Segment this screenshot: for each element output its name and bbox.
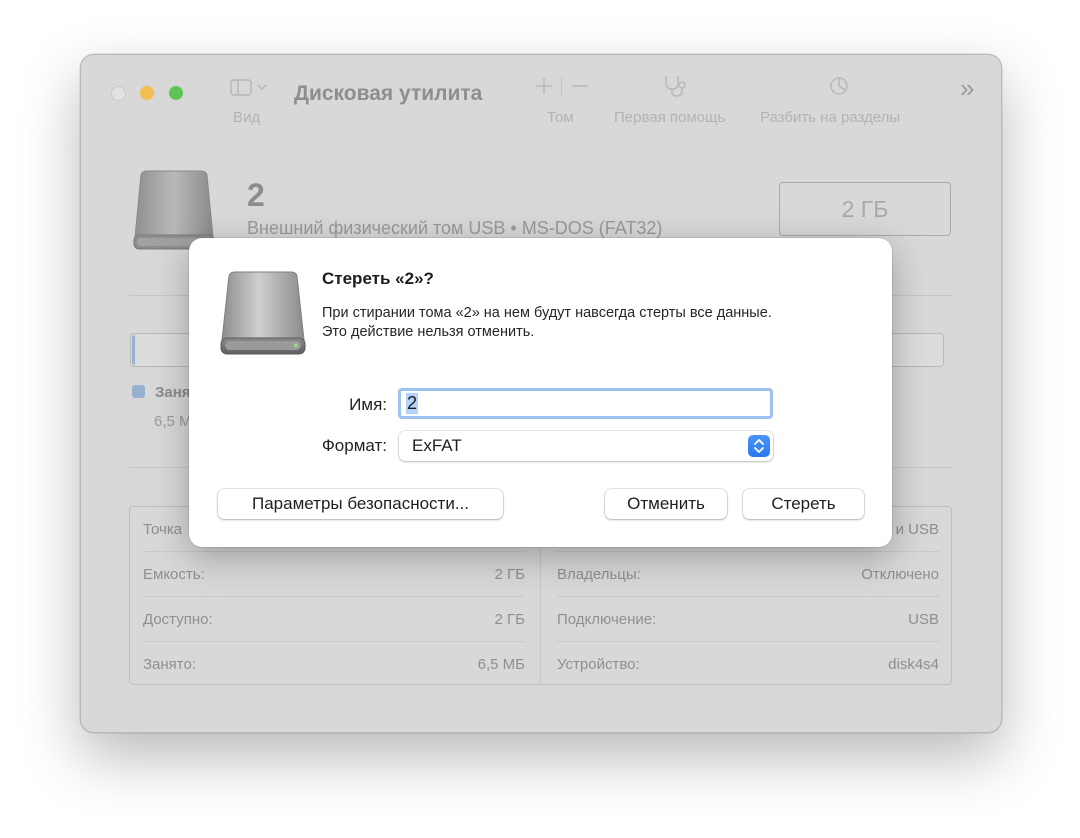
info-value: и USB (895, 521, 939, 538)
sidebar-icon (230, 79, 267, 96)
info-row: Емкость: 2 ГБ (130, 552, 538, 597)
format-select-value: ExFAT (412, 436, 462, 455)
chevron-double-right-icon[interactable]: » (960, 73, 974, 104)
info-row: Устройство: disk4s4 (544, 642, 952, 687)
info-value: 2 ГБ (494, 566, 525, 583)
disk-subtitle: Внешний физический том USB • MS-DOS (FAT… (247, 218, 663, 238)
view-label: Вид (233, 109, 261, 126)
security-options-button[interactable]: Параметры безопасности... (218, 489, 503, 519)
volume-buttons-separator (561, 76, 562, 96)
sidebar-toggle-button[interactable] (230, 78, 270, 98)
sheet-message-line: Это действие нельзя отменить. (322, 324, 535, 340)
format-select[interactable]: ExFAT (399, 431, 773, 461)
info-label: Точка (143, 521, 183, 538)
cancel-button[interactable]: Отменить (605, 489, 727, 519)
used-legend-label: Заня (155, 384, 191, 401)
add-volume-button[interactable] (533, 75, 555, 102)
name-field[interactable]: 2 (398, 388, 773, 419)
erase-button[interactable]: Стереть (743, 489, 864, 519)
minus-icon (572, 85, 588, 87)
name-field-value: 2 (406, 393, 419, 414)
pie-chart-icon (830, 77, 848, 95)
erase-sheet: Стереть «2»? При стирании тома «2» на не… (189, 238, 892, 547)
zoom-window-button[interactable] (169, 86, 183, 100)
format-field-label: Формат: (321, 436, 387, 455)
info-value: 6,5 МБ (477, 656, 525, 673)
disk-capacity: 2 ГБ (779, 182, 951, 236)
minimize-window-button[interactable] (140, 86, 154, 100)
external-disk-icon (219, 270, 309, 360)
info-row: Доступно: 2 ГБ (130, 597, 538, 642)
info-value: disk4s4 (888, 656, 939, 673)
info-label: Доступно: (143, 611, 213, 628)
sheet-message-line: При стирании тома «2» на нем будут навсе… (322, 305, 772, 321)
screen: Вид Дисковая утилита Том Первая помощь Р… (0, 0, 1080, 838)
info-row: Занято: 6,5 МБ (130, 642, 538, 687)
info-row: Подключение: USB (544, 597, 952, 642)
info-label: Занято: (143, 656, 197, 673)
usage-bar-used-fill (132, 335, 135, 365)
sheet-title: Стереть «2»? (322, 269, 434, 288)
info-row: Владельцы: Отключено (544, 552, 952, 597)
used-legend-value: 6,5 М (154, 413, 192, 430)
sheet-message: При стирании тома «2» на нем будут навсе… (322, 304, 872, 342)
close-window-button[interactable] (111, 86, 126, 101)
first-aid-button[interactable] (662, 74, 690, 103)
volume-label: Том (547, 109, 574, 126)
info-value: USB (908, 611, 939, 628)
used-legend-swatch (132, 385, 145, 398)
info-label: Устройство: (557, 656, 640, 673)
info-value: Отключено (861, 566, 939, 583)
toolbar: Вид Дисковая утилита Том Первая помощь Р… (81, 55, 1001, 147)
info-label: Подключение: (557, 611, 657, 628)
app-title: Дисковая утилита (294, 82, 483, 105)
info-value: 2 ГБ (494, 611, 525, 628)
updown-chevron-icon (748, 435, 770, 457)
disk-name: 2 (247, 177, 265, 213)
remove-volume-button[interactable] (569, 75, 591, 102)
info-label: Емкость: (143, 566, 205, 583)
partition-button[interactable] (828, 75, 850, 102)
name-field-label: Имя: (349, 395, 387, 414)
stethoscope-icon (665, 76, 686, 97)
partition-label: Разбить на разделы (760, 109, 901, 126)
info-label: Владельцы: (557, 566, 641, 583)
first-aid-label: Первая помощь (614, 109, 726, 126)
plus-icon (536, 78, 552, 94)
